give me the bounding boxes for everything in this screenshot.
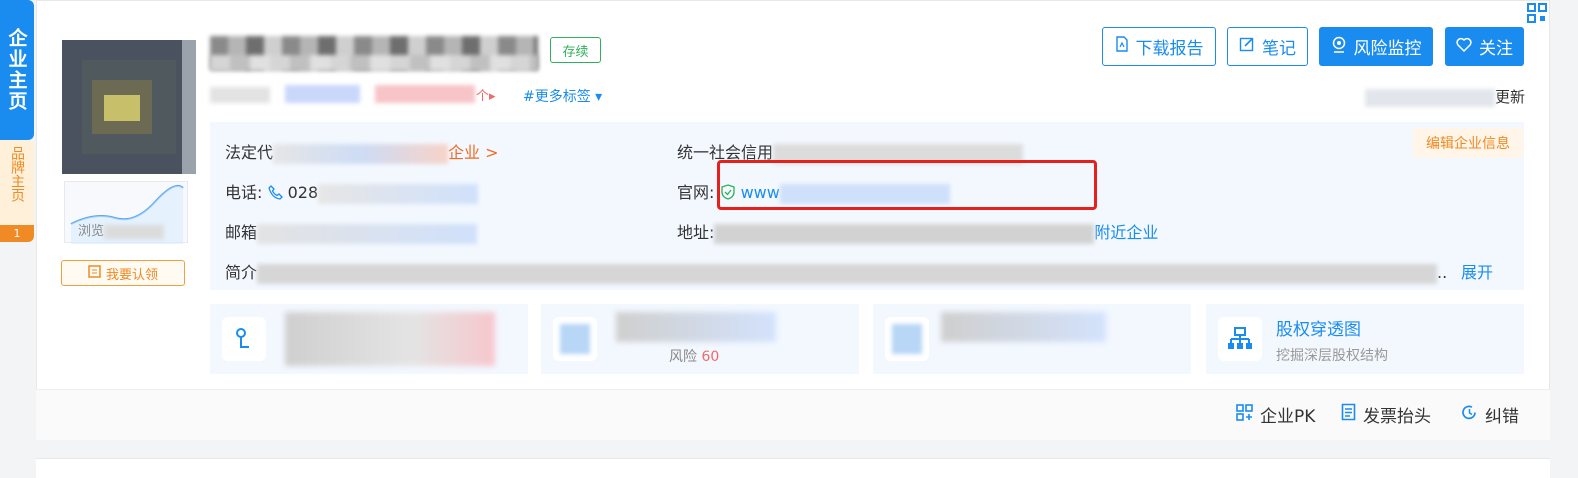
correction-clock-icon: [1461, 404, 1478, 426]
status-badge: 存续: [550, 37, 601, 63]
company-logo: [62, 40, 196, 174]
invoice-header-button[interactable]: 发票抬头: [1341, 402, 1431, 427]
card-footer-bar: [36, 389, 1550, 440]
address-field: 地址: 附近企业: [677, 223, 1159, 244]
stat-card-2-icon: [553, 317, 597, 361]
org-chart-icon: [1218, 317, 1262, 361]
stat-card-2-redacted: [616, 312, 776, 342]
legal-rep-field: 法定代 企业 >: [225, 143, 499, 164]
report-error-button[interactable]: 纠错: [1461, 402, 1519, 427]
qr-code-icon[interactable]: [1526, 2, 1548, 24]
notes-button[interactable]: 笔记: [1227, 27, 1308, 66]
stat-card-3-redacted: [941, 312, 1106, 342]
intro-expand-link[interactable]: 展开: [1461, 259, 1493, 283]
claim-company-button[interactable]: 我要认领: [61, 260, 185, 286]
brand-count-badge: 1: [0, 225, 34, 242]
stat-card-3-icon: [885, 317, 929, 361]
pdf-file-icon: [1115, 36, 1129, 57]
phone-field: 电话: 028: [225, 179, 479, 204]
phone-icon: [267, 183, 288, 202]
email-field: 邮箱: [225, 219, 478, 244]
tab-enterprise-home[interactable]: 企业主页: [0, 0, 34, 140]
company-name-redacted-lower: [210, 55, 538, 71]
equity-card-subtitle: 挖掘深层股权结构: [1276, 348, 1388, 364]
follow-button[interactable]: 关注: [1445, 27, 1524, 66]
company-pk-button[interactable]: 企业PK: [1236, 402, 1315, 427]
company-tags-redacted: 个▸: [210, 85, 500, 105]
stat-card-1-redacted: [285, 312, 495, 366]
intro-field: 简介..: [225, 263, 1448, 284]
legal-rep-companies-link[interactable]: 企业 >: [448, 143, 499, 162]
pk-grid-icon: [1236, 403, 1253, 426]
download-report-button[interactable]: 下载报告: [1102, 27, 1216, 66]
risk-monitor-button[interactable]: 风险监控: [1319, 27, 1433, 66]
claim-icon: [88, 264, 101, 282]
invoice-icon: [1341, 403, 1356, 426]
webcam-icon: [1331, 36, 1347, 58]
website-highlight-box: [717, 160, 1097, 210]
nearby-companies-link[interactable]: 附近企业: [1094, 223, 1158, 242]
edit-company-info-button[interactable]: 编辑企业信息: [1413, 128, 1523, 158]
phone-value[interactable]: 028: [288, 183, 319, 202]
stat-card-3[interactable]: [873, 304, 1191, 374]
edit-note-icon: [1239, 36, 1255, 57]
stat-card-1-icon: [222, 317, 266, 361]
stat-card-1[interactable]: [210, 304, 528, 374]
equity-penetration-card[interactable]: 股权穿透图 挖掘深层股权结构: [1206, 304, 1524, 374]
stat-card-2[interactable]: 风险 60: [541, 304, 859, 374]
heart-icon: [1456, 37, 1472, 57]
stat-card-2-risk: 风险 60: [669, 349, 720, 365]
browse-count-label: 浏览: [78, 220, 165, 239]
equity-card-title: 股权穿透图: [1276, 320, 1361, 340]
more-tags-link[interactable]: #更多标签 ▾: [523, 86, 602, 106]
next-card-edge: [36, 458, 1550, 478]
update-time: 更新: [1360, 86, 1525, 108]
